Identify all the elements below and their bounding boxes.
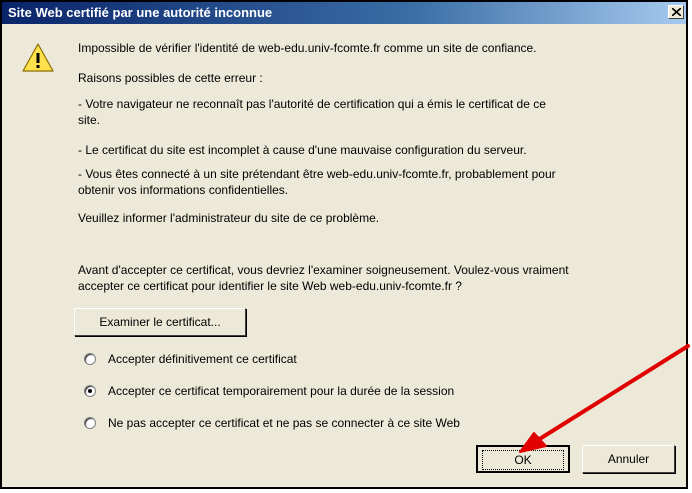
reasons-heading: Raisons possibles de cette erreur : [78,71,263,85]
intro-text: Impossible de vérifier l'identité de web… [78,41,537,55]
before-accept-line-1: Avant d'accepter ce certificat, vous dev… [78,263,569,277]
radio-reject[interactable] [84,417,96,429]
close-button[interactable] [668,5,684,19]
ok-button[interactable]: OK [476,445,570,473]
radio-accept-permanently[interactable] [84,353,96,365]
inform-text: Veuillez informer l'administrateur du si… [78,211,380,225]
cancel-button[interactable]: Annuler [582,445,675,473]
option-label: Accepter ce certificat temporairement po… [108,384,455,398]
reason-1-line-2: site. [78,113,101,127]
before-accept-line-2: accepter ce certificat pour identifier l… [78,279,462,293]
before-accept-text: Avant d'accepter ce certificat, vous dev… [78,262,569,294]
dialog-title: Site Web certifié par une autorité incon… [8,5,273,20]
radio-accept-session[interactable] [84,385,96,397]
reason-3: - Vous êtes connecté à un site prétendan… [78,166,556,198]
warning-icon [22,43,54,72]
option-label: Ne pas accepter ce certificat et ne pas … [108,416,460,430]
examine-certificate-button[interactable]: Examiner le certificat... [74,308,246,336]
option-label: Accepter définitivement ce certificat [108,352,297,366]
reason-3-line-1: - Vous êtes connecté à un site prétendan… [78,167,556,181]
focus-rectangle [482,450,564,470]
reason-3-line-2: obtenir vos informations confidentielles… [78,183,289,197]
radio-selected-dot [88,389,92,393]
reason-1: - Votre navigateur ne reconnaît pas l'au… [78,96,546,128]
close-icon [672,8,681,16]
reason-2: - Le certificat du site est incomplet à … [78,143,527,157]
certificate-dialog: Site Web certifié par une autorité incon… [0,0,688,489]
title-bar[interactable]: Site Web certifié par une autorité incon… [2,2,686,24]
reason-1-line-1: - Votre navigateur ne reconnaît pas l'au… [78,97,546,111]
